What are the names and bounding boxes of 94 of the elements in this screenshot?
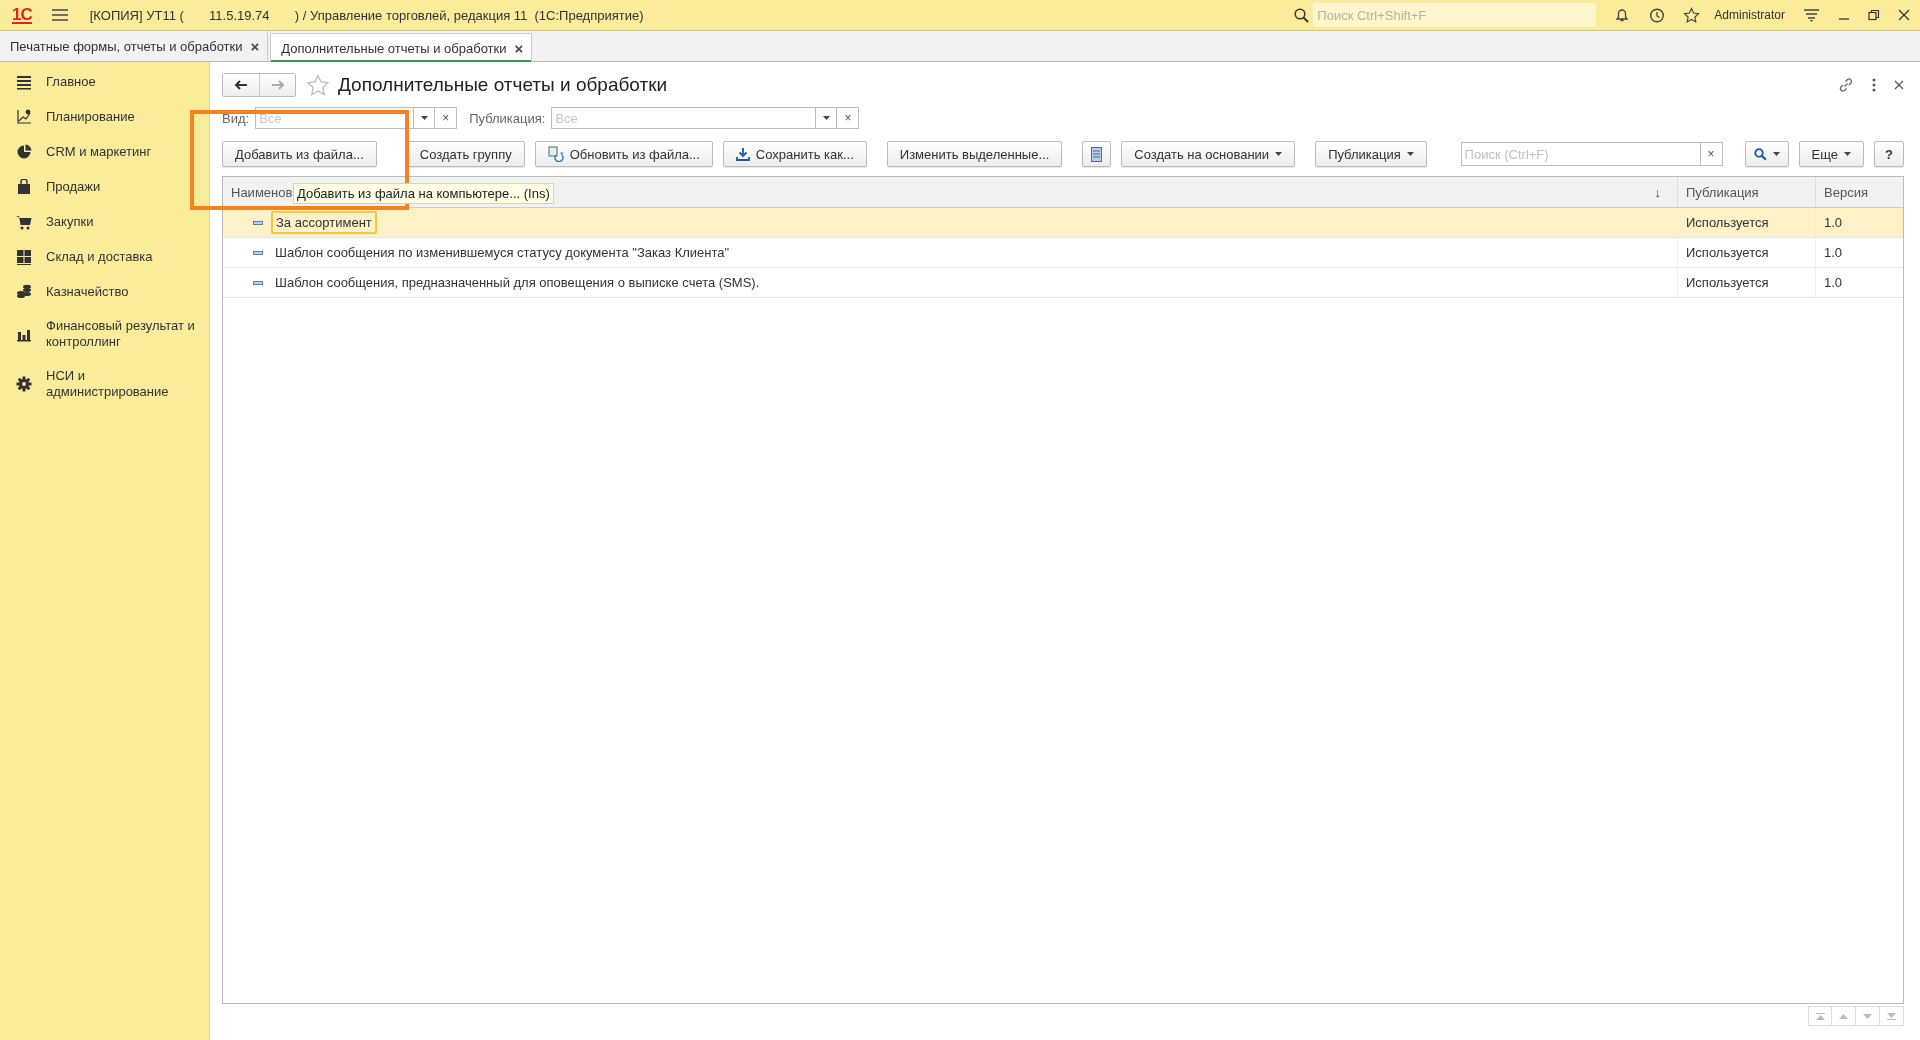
filter-menu-icon[interactable] — [1803, 8, 1820, 22]
window-tab[interactable]: Дополнительные отчеты и обработки × — [270, 33, 533, 62]
close-icon[interactable] — [1894, 80, 1904, 90]
sidebar-item[interactable]: Склад и доставка — [46, 248, 153, 265]
table-cell-text: Шаблон сообщения, предназначенный для оповещения о выписке счета (SMS). — [274, 274, 761, 292]
sidebar-item[interactable]: Продажи — [46, 178, 101, 195]
item-icon — [253, 220, 263, 225]
toolbar-button[interactable]: Создать группу — [406, 141, 525, 167]
table-cell: 1.0 — [1815, 268, 1903, 297]
sidebar-item[interactable]: Планирование — [46, 108, 135, 125]
scroll-bottom-icon — [1887, 1012, 1896, 1020]
table-cell: Используется — [1677, 208, 1815, 237]
table-row[interactable]: Шаблон сообщения, предназначенный для оповещения о выписке счета (SMS). Используется 1.0 — [223, 268, 1903, 298]
restore-icon[interactable] — [1868, 9, 1880, 21]
global-search-field[interactable]: Поиск Ctrl+Shift+F — [1313, 3, 1597, 27]
user-name[interactable]: Administrator — [1714, 8, 1785, 22]
clear-button[interactable]: × — [837, 107, 860, 129]
sidebar-item[interactable]: НСИ и администрирование — [46, 368, 201, 400]
sidebar-item[interactable]: Казначейство — [46, 283, 129, 300]
tab-close-button[interactable]: × — [250, 37, 260, 55]
sidebar-item[interactable]: Финансовый результат и контроллинг — [46, 318, 201, 350]
filter-label: Публикация: — [469, 110, 546, 126]
table-row[interactable]: Шаблон сообщения по изменившемуся статусу документа "Заказ Клиента" Используется 1.0 — [223, 238, 1903, 268]
caret-icon — [1275, 152, 1283, 156]
tab-close-button[interactable]: × — [514, 39, 524, 57]
list-icon — [1091, 146, 1103, 162]
bag-icon — [16, 178, 32, 195]
link-icon[interactable] — [1838, 77, 1854, 93]
menu-icon[interactable] — [51, 9, 68, 21]
arrow-right-icon — [270, 80, 285, 90]
settings-icon — [16, 376, 32, 392]
bell-icon[interactable] — [1614, 7, 1631, 23]
toolbar-button[interactable]: Публикация — [1315, 141, 1427, 167]
search-field[interactable]: Поиск (Ctrl+F) — [1460, 142, 1701, 166]
caret-icon — [1844, 152, 1852, 156]
toolbar-button[interactable]: Обновить из файла... — [534, 141, 713, 167]
more-button[interactable]: Еще — [1798, 141, 1865, 167]
toolbar-button[interactable]: Добавить из файла... — [222, 141, 377, 167]
grid-icon — [16, 248, 32, 265]
toolbar-button[interactable]: Изменить выделенные... — [886, 141, 1063, 167]
triangle-up-icon — [1839, 1013, 1848, 1019]
dropdown-button[interactable] — [815, 107, 838, 129]
column-header[interactable]: Версия — [1815, 177, 1903, 207]
table-cell: За ассортимент — [271, 211, 377, 234]
caret-icon — [822, 116, 830, 120]
caret-icon — [420, 116, 428, 120]
item-icon — [253, 280, 263, 285]
chart-icon — [16, 108, 32, 125]
list-button[interactable] — [1082, 141, 1112, 167]
filter-label: Вид: — [222, 110, 250, 126]
sidebar-item[interactable]: Закупки — [46, 213, 94, 230]
more-vertical-icon[interactable] — [1872, 78, 1876, 92]
sidebar-item[interactable]: Главное — [46, 73, 96, 90]
window-title: [КОПИЯ] УТ11 ( 11.5.19.74 ) / Управление торговлей, редакция 11 (1С:Предприятие) — [89, 7, 644, 23]
table-cell: 1.0 — [1815, 238, 1903, 267]
column-header[interactable]: Наименов — [231, 184, 293, 200]
sort-arrow: ↓ — [1654, 184, 1661, 200]
table-cell-text: Шаблон сообщения по изменившемуся статусу документа "Заказ Клиента" — [274, 244, 731, 262]
search-button[interactable] — [1744, 141, 1789, 167]
arrow-left-icon — [234, 80, 248, 90]
app-logo[interactable]: 1С — [12, 6, 32, 24]
star-icon[interactable] — [306, 73, 330, 97]
scroll-top-icon — [1815, 1012, 1825, 1020]
star-icon[interactable] — [1683, 6, 1701, 24]
search-icon — [1753, 147, 1767, 161]
toolbar-button[interactable]: Сохранить как... — [722, 141, 867, 167]
help-button[interactable]: ? — [1874, 141, 1904, 167]
history-icon[interactable] — [1648, 6, 1666, 24]
menu-icon — [16, 73, 32, 90]
refresh-icon — [547, 146, 564, 162]
search-icon — [1294, 7, 1310, 23]
clear-button[interactable]: × — [1700, 142, 1723, 166]
close-icon[interactable] — [1898, 9, 1910, 21]
toolbar-button[interactable]: Создать на основании — [1121, 141, 1296, 167]
back-button[interactable] — [223, 74, 259, 96]
caret-icon — [1406, 152, 1414, 156]
table-cell: 1.0 — [1815, 208, 1903, 237]
table-cell: Используется — [1677, 268, 1815, 297]
item-icon — [253, 250, 263, 255]
download-icon — [735, 147, 750, 161]
tooltip: Добавить из файла на компьютере... (Ins) — [293, 183, 554, 204]
column-header[interactable]: Публикация — [1677, 177, 1815, 207]
sidebar-item[interactable]: CRM и маркетинг — [46, 143, 152, 160]
form-title: Дополнительные отчеты и обработки — [338, 74, 668, 96]
window-tab[interactable]: Печатные формы, отчеты и обработки × — [0, 31, 269, 61]
cart-icon — [16, 213, 32, 230]
dropdown-button[interactable] — [413, 107, 436, 129]
clear-button[interactable]: × — [435, 107, 458, 129]
coins-icon — [16, 283, 32, 300]
triangle-down-icon — [1863, 1013, 1872, 1019]
table-row[interactable]: За ассортимент Используется 1.0 — [223, 208, 1903, 238]
table-cell: Используется — [1677, 238, 1815, 267]
pie-icon — [16, 143, 32, 160]
caret-icon — [1772, 152, 1780, 156]
